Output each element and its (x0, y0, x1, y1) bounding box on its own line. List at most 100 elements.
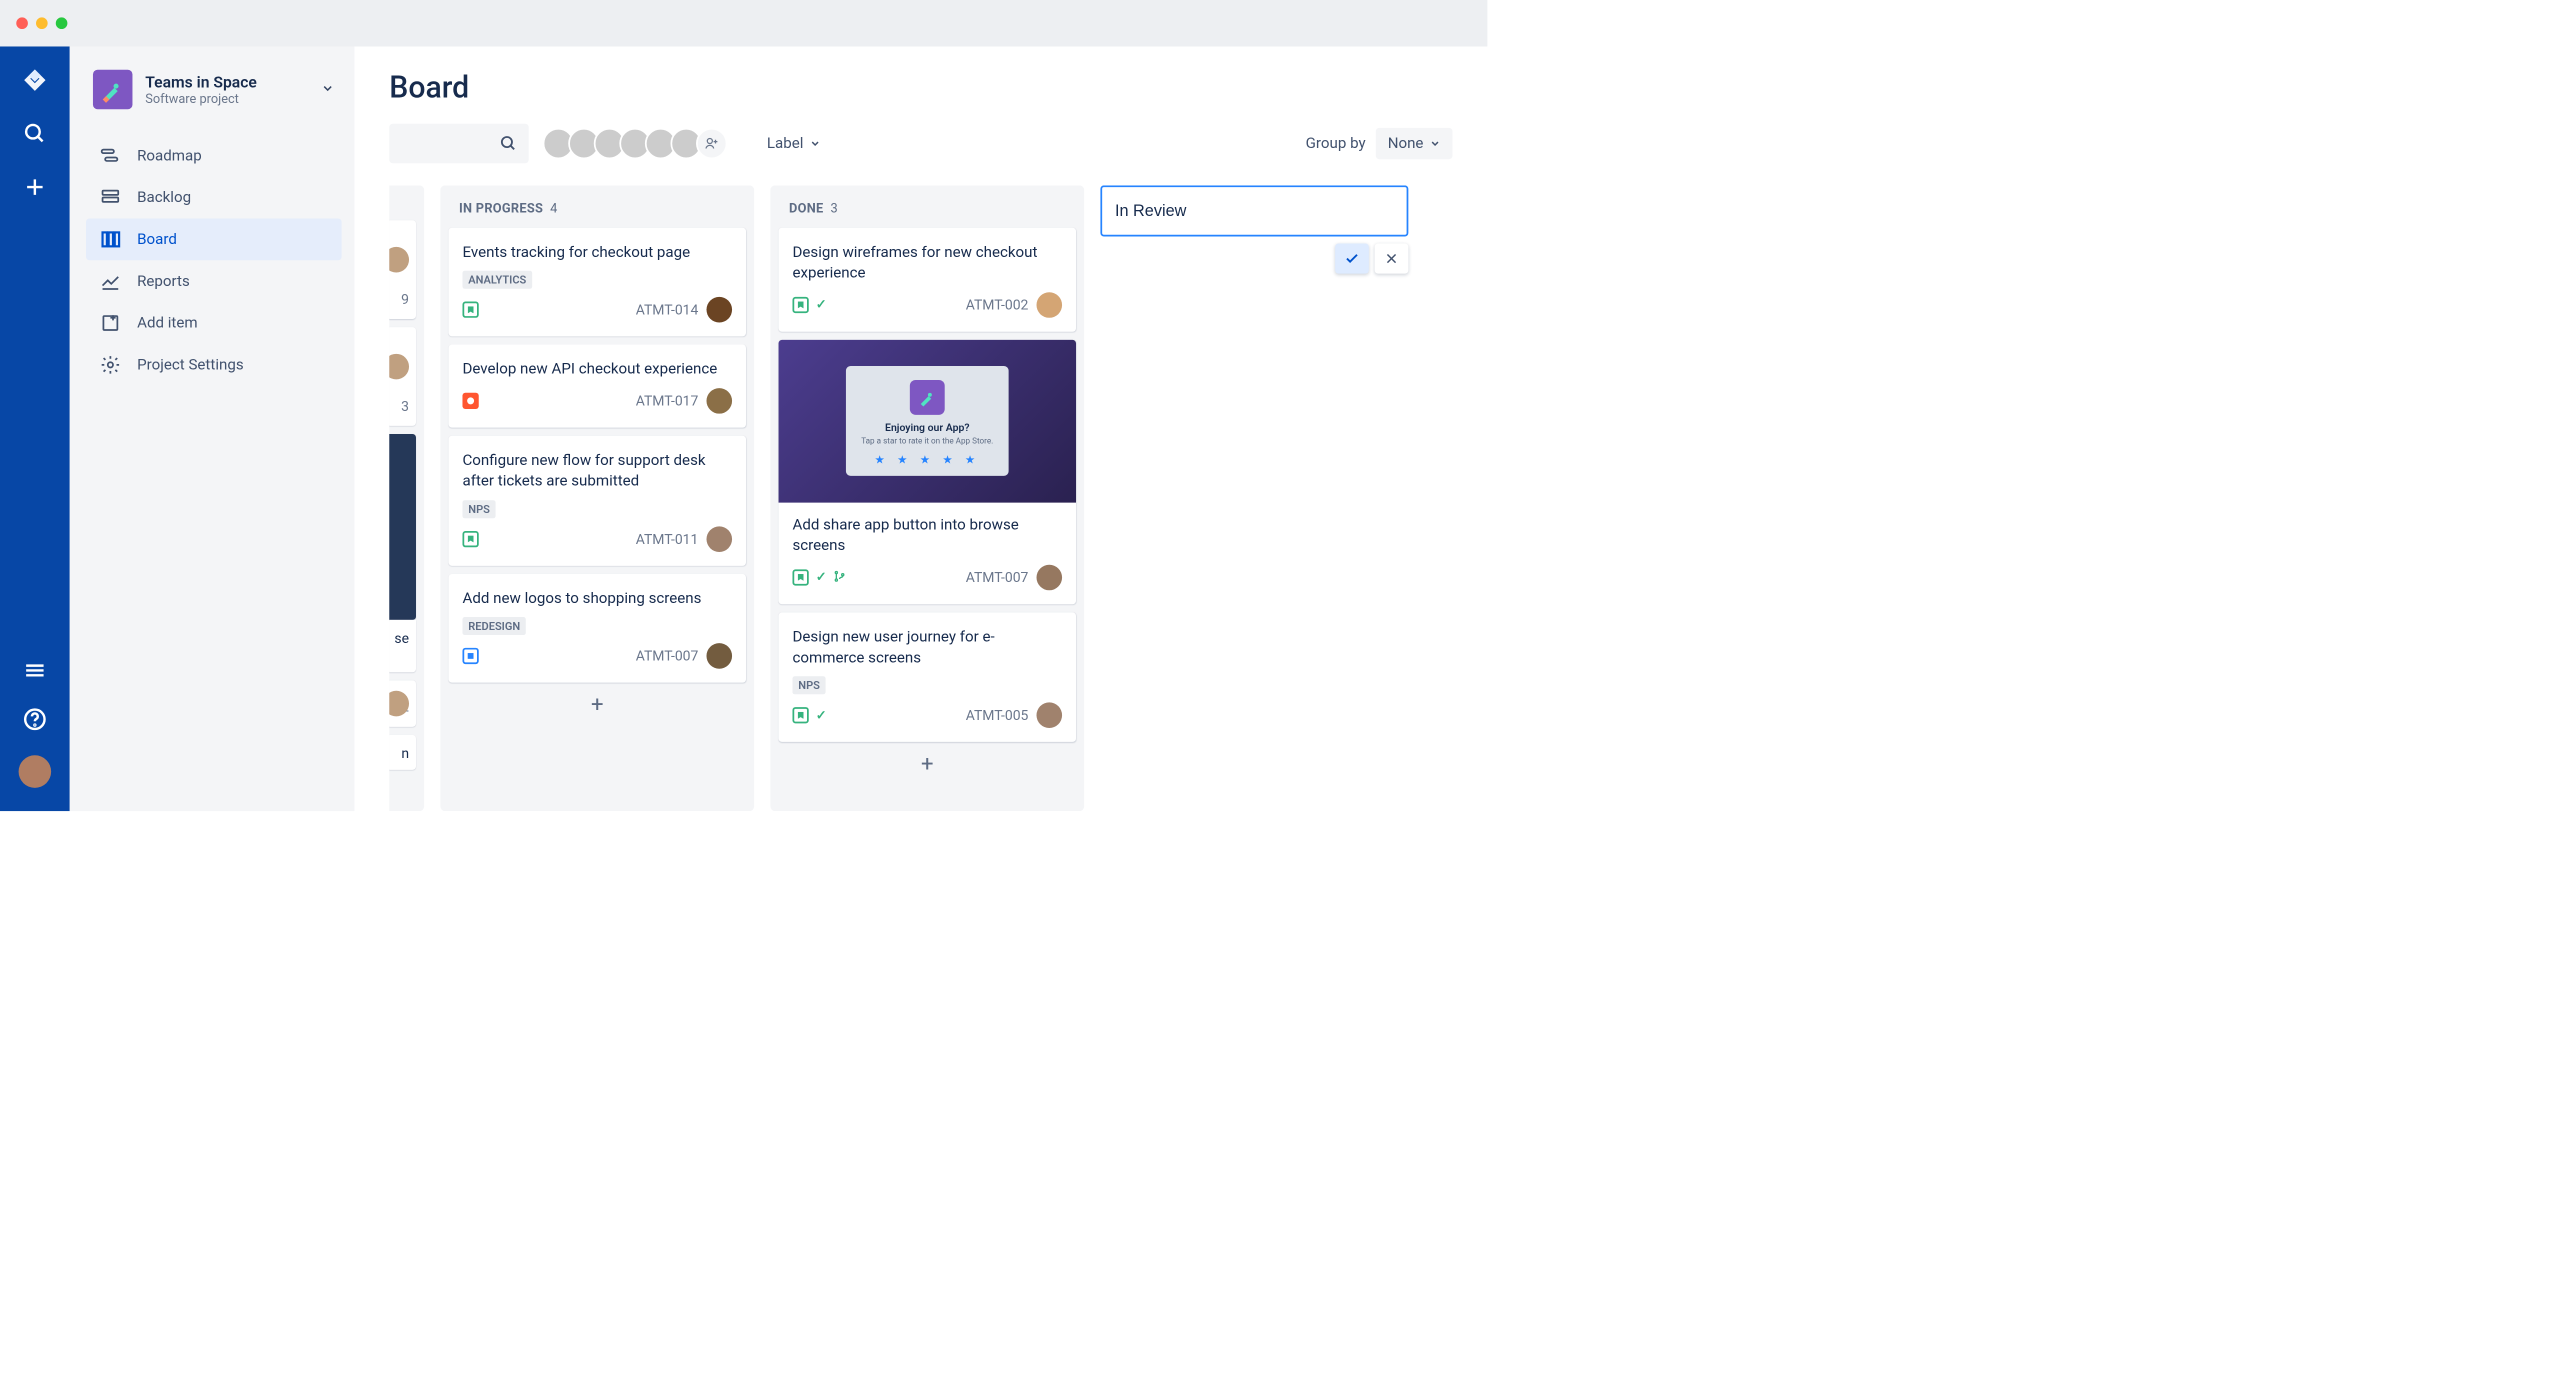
card-partial[interactable]: n (389, 735, 416, 770)
create-icon[interactable] (22, 174, 48, 200)
done-check-icon: ✓ (816, 570, 827, 585)
assignee-avatar (706, 526, 732, 552)
groupby-select[interactable]: None (1376, 128, 1452, 159)
nav-settings[interactable]: Project Settings (86, 344, 342, 386)
issue-key: ATMT-011 (636, 531, 699, 547)
column-title: DONE (789, 202, 823, 217)
assignee-avatar (706, 643, 732, 669)
board-search[interactable] (389, 124, 528, 164)
project-type: Software project (145, 92, 308, 107)
cancel-column-button[interactable] (1375, 243, 1409, 273)
issue-key: ATMT-005 (966, 707, 1029, 723)
issue-key: ATMT-002 (966, 297, 1029, 313)
new-column-form (1100, 185, 1408, 811)
card-title: Configure new flow for support desk afte… (462, 450, 732, 492)
nav-backlog[interactable]: Backlog (86, 177, 342, 219)
story-icon (462, 531, 478, 547)
issue-key: ATMT-007 (636, 648, 699, 664)
add-people-button[interactable] (696, 128, 727, 159)
card-tag: REDESIGN (462, 617, 526, 635)
card-tag: NPS (792, 676, 825, 694)
column-title: IN PROGRESS (459, 202, 543, 217)
nav-label: Add item (137, 314, 198, 331)
project-sidebar: Teams in Space Software project Roadmap … (70, 46, 355, 811)
done-check-icon: ✓ (816, 298, 827, 313)
assignee-avatar (1037, 292, 1063, 318)
kanban-board: 9 3 se 2 n (389, 185, 1452, 811)
window-maximize-button[interactable] (56, 17, 68, 29)
board-card[interactable]: Design wireframes for new checkout exper… (779, 228, 1076, 332)
board-column-partial: 9 3 se 2 n (389, 185, 424, 811)
window-titlebar (0, 0, 1487, 46)
issue-key: ATMT-007 (966, 569, 1029, 585)
card-partial[interactable]: 3 (389, 327, 416, 426)
assignee-avatar (706, 388, 732, 414)
label-filter[interactable]: Label (767, 135, 821, 152)
page-title: Board (389, 70, 1452, 105)
project-switcher[interactable]: Teams in Space Software project (86, 70, 342, 128)
card-partial[interactable]: 9 (389, 220, 416, 319)
issue-key: ATMT-014 (636, 302, 699, 318)
board-card[interactable]: Configure new flow for support desk afte… (449, 436, 746, 566)
board-toolbar: Label Group by None (389, 124, 1452, 164)
story-icon (792, 569, 808, 585)
bug-icon (462, 393, 478, 409)
branch-icon (833, 570, 846, 585)
assignee-avatar (1037, 703, 1063, 729)
nav-label: Project Settings (137, 356, 243, 373)
board-card[interactable]: Develop new API checkout experience ATMT… (449, 345, 746, 428)
chevron-down-icon (321, 81, 335, 97)
nav-label: Backlog (137, 189, 191, 206)
board-column-done: DONE 3 Design wireframes for new checkou… (770, 185, 1084, 811)
card-partial[interactable]: 2 (389, 680, 416, 726)
assignee-filter[interactable] (543, 128, 728, 159)
card-title: Design wireframes for new checkout exper… (792, 242, 1062, 284)
project-icon (93, 70, 133, 110)
confirm-column-button[interactable] (1335, 243, 1369, 273)
card-partial[interactable] (389, 434, 416, 620)
menu-icon[interactable] (22, 658, 48, 684)
nav-label: Reports (137, 272, 190, 289)
column-count: 3 (830, 202, 837, 217)
issue-key: ATMT-017 (636, 393, 699, 409)
assignee-avatar (706, 297, 732, 323)
jira-logo-icon[interactable] (22, 67, 48, 93)
nav-board[interactable]: Board (86, 218, 342, 260)
board-card[interactable]: Design new user journey for e-commerce s… (779, 612, 1076, 742)
nav-label: Roadmap (137, 147, 202, 164)
story-icon (792, 707, 808, 723)
board-card[interactable]: Enjoying our App? Tap a star to rate it … (779, 340, 1076, 604)
board-column-in-progress: IN PROGRESS 4 Events tracking for checko… (440, 185, 754, 811)
help-icon[interactable] (22, 706, 48, 732)
groupby-value: None (1388, 135, 1424, 152)
story-icon (462, 302, 478, 318)
card-title: Develop new API checkout experience (462, 359, 732, 380)
nav-roadmap[interactable]: Roadmap (86, 135, 342, 177)
card-cover-image: Enjoying our App? Tap a star to rate it … (779, 340, 1076, 503)
nav-reports[interactable]: Reports (86, 260, 342, 302)
new-column-name-input[interactable] (1100, 185, 1408, 236)
card-title: Design new user journey for e-commerce s… (792, 626, 1062, 668)
add-card-button[interactable]: + (449, 683, 746, 723)
story-icon (792, 297, 808, 313)
card-partial[interactable]: se (389, 620, 416, 672)
board-card[interactable]: Events tracking for checkout page ANALYT… (449, 228, 746, 337)
card-tag: NPS (462, 500, 495, 518)
card-title: Events tracking for checkout page (462, 242, 732, 263)
window-close-button[interactable] (16, 17, 28, 29)
board-card[interactable]: Add new logos to shopping screens REDESI… (449, 574, 746, 683)
column-count: 4 (550, 202, 557, 217)
add-card-button[interactable]: + (779, 742, 1076, 782)
card-title: Add new logos to shopping screens (462, 588, 732, 609)
nav-add-item[interactable]: Add item (86, 302, 342, 344)
project-name: Teams in Space (145, 73, 308, 92)
label-filter-text: Label (767, 135, 804, 152)
search-icon[interactable] (22, 121, 48, 147)
assignee-avatar (1037, 564, 1063, 590)
card-title: Add share app button into browse screens (792, 514, 1062, 556)
nav-label: Board (137, 231, 177, 248)
card-tag: ANALYTICS (462, 271, 532, 289)
done-check-icon: ✓ (816, 708, 827, 723)
profile-avatar[interactable] (19, 755, 52, 788)
window-minimize-button[interactable] (36, 17, 48, 29)
